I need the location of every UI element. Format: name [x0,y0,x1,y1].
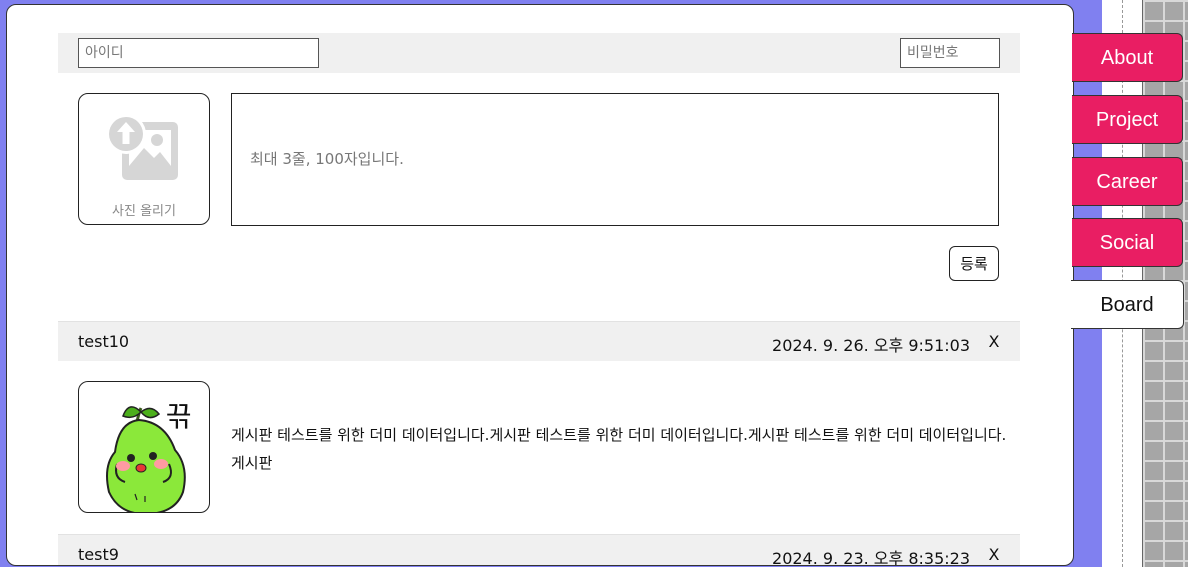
post-header: test10 2024. 9. 26. 오후 9:51:03 X [58,321,1020,361]
post-date: 2024. 9. 23. 오후 8:35:23 [772,549,970,566]
photo-upload-button[interactable]: 사진 올리기 [78,93,210,225]
post-author: test10 [78,332,130,351]
nav-tab-board[interactable]: Board [1071,280,1184,329]
board-panel: 사진 올리기 등록 test10 2024. 9. 26. 오후 9:51:03… [6,4,1074,566]
id-input[interactable] [78,38,319,68]
image-upload-icon [102,108,188,198]
post-image: 끆 [78,381,210,513]
submit-button[interactable]: 등록 [949,246,999,281]
post-content: 게시판 테스트를 위한 더미 데이터입니다.게시판 테스트를 위한 더미 데이터… [231,426,1007,472]
post-header: test9 2024. 9. 23. 오후 8:35:23 X [58,534,1020,566]
sticker-text: 끆 [166,400,192,433]
post-date: 2024. 9. 26. 오후 9:51:03 [772,336,970,355]
pear-character-illustration: 끆 [106,400,192,512]
nav-tab-about[interactable]: About [1072,33,1183,82]
nav-tab-career[interactable]: Career [1072,157,1183,206]
upload-label: 사진 올리기 [112,204,176,219]
write-form-header [58,33,1020,73]
nav-tab-social[interactable]: Social [1072,218,1183,267]
password-input[interactable] [900,38,1000,68]
content-textarea[interactable] [231,93,999,226]
delete-post-button[interactable]: X [986,543,1002,565]
post-author: test9 [78,545,119,564]
delete-post-button[interactable]: X [986,330,1002,352]
nav-tab-project[interactable]: Project [1072,95,1183,144]
